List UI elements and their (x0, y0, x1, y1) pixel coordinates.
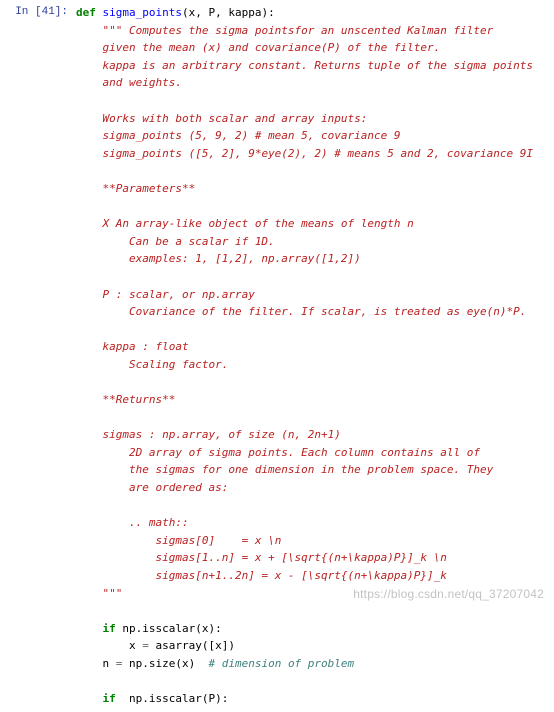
docstring-line: examples: 1, [1,2], np.array([1,2]) (129, 252, 361, 265)
docstring-line: given the mean (x) and covariance(P) of … (103, 41, 441, 54)
assign: x (129, 639, 142, 652)
code-content: def sigma_points(x, P, kappa): """ Compu… (76, 4, 554, 708)
docstring-line: 2D array of sigma points. Each column co… (129, 446, 480, 459)
docstring-line: kappa : float (103, 340, 189, 353)
docstring-line: sigmas[n+1..2n] = x - [\sqrt{(n+\kappa)P… (155, 569, 446, 582)
keyword-if: if (103, 692, 116, 705)
keyword-if: if (103, 622, 116, 635)
docstring-line: Scaling factor. (129, 358, 228, 371)
cond: np.isscalar(P): (116, 692, 229, 705)
docstring-line: sigmas[1..n] = x + [\sqrt{(n+\kappa)P}]_… (155, 551, 446, 564)
docstring-line: **Parameters** (103, 182, 196, 195)
docstring-line: .. math:: (129, 516, 189, 529)
docstring-line: X An array-like object of the means of l… (103, 217, 414, 230)
docstring-line: sigma_points ([5, 2], 9*eye(2), 2) # mea… (103, 147, 533, 160)
docstring-line: """ Computes the sigma pointsfor an unsc… (103, 24, 494, 37)
docstring-line: P : scalar, or np.array (103, 288, 255, 301)
docstring-close: """ (103, 587, 123, 600)
docstring-line: are ordered as: (129, 481, 228, 494)
docstring-line: kappa is an arbitrary constant. Returns … (103, 59, 533, 72)
operator: = (116, 657, 123, 670)
docstring-line: Can be a scalar if 1D. (129, 235, 275, 248)
params: (x, P, kappa): (182, 6, 275, 19)
comment: # dimension of problem (208, 657, 354, 670)
docstring-line: sigma_points (5, 9, 2) # mean 5, covaria… (103, 129, 401, 142)
docstring-line: the sigmas for one dimension in the prob… (129, 463, 493, 476)
input-prompt: In [41]: (4, 4, 76, 708)
assign: np.size(x) (122, 657, 208, 670)
assign: asarray([x]) (149, 639, 235, 652)
docstring-line: sigmas[0] = x \n (155, 534, 281, 547)
docstring-line: and weights. (103, 76, 182, 89)
cond: np.isscalar(x): (116, 622, 222, 635)
notebook-cell: In [41]: def sigma_points(x, P, kappa): … (0, 0, 554, 712)
keyword-def: def (76, 6, 96, 19)
operator: = (142, 639, 149, 652)
function-name: sigma_points (103, 6, 182, 19)
docstring-line: Covariance of the filter. If scalar, is … (129, 305, 526, 318)
assign: n (103, 657, 116, 670)
docstring-line: Works with both scalar and array inputs: (103, 112, 368, 125)
docstring-line: sigmas : np.array, of size (n, 2n+1) (103, 428, 341, 441)
docstring-line: **Returns** (103, 393, 176, 406)
